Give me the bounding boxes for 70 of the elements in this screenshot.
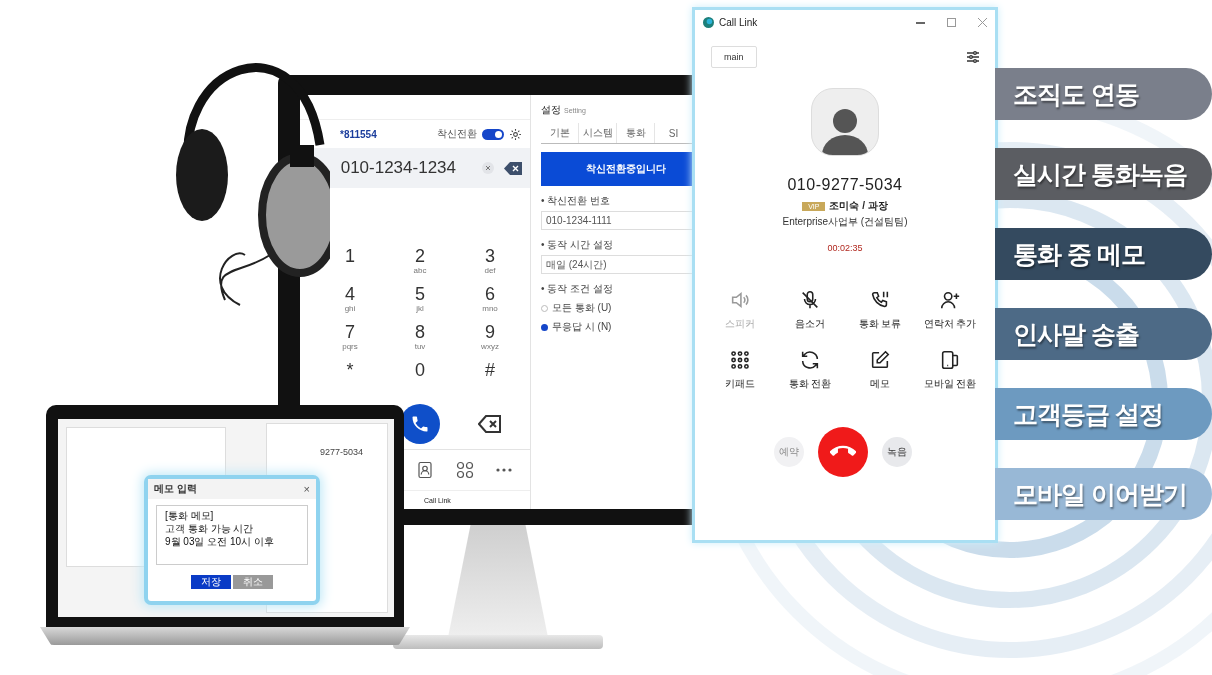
contacts-icon[interactable] xyxy=(416,461,434,479)
speaker-icon xyxy=(729,289,751,311)
call-action-button[interactable]: 모바일 전환 xyxy=(915,349,985,391)
backspace-icon[interactable] xyxy=(478,415,502,433)
keypad-key[interactable]: 7 pqrs xyxy=(333,322,367,354)
forward-toggle[interactable] xyxy=(482,128,504,140)
record-button[interactable]: 녹음 xyxy=(882,437,912,467)
call-action-button[interactable]: 통화 전환 xyxy=(775,349,845,391)
keypad-key[interactable]: 4 ghi xyxy=(333,284,367,316)
keypad-icon xyxy=(729,349,751,371)
keypad-key[interactable]: * xyxy=(333,360,367,392)
feature-label: 인사말 송출 xyxy=(995,308,1212,360)
keypad-key[interactable]: 2 abc xyxy=(403,246,437,278)
backspace-icon[interactable] xyxy=(504,161,522,175)
feature-label: 실시간 통화녹음 xyxy=(995,148,1212,200)
add-contact-icon xyxy=(939,289,961,311)
feature-label: 모바일 이어받기 xyxy=(995,468,1212,520)
toggle-label: 착신전환 xyxy=(437,127,477,141)
caller-number: 010-9277-5034 xyxy=(787,176,903,194)
call-action-button[interactable]: 연락처 추가 xyxy=(915,289,985,331)
feature-label: 고객등급 설정 xyxy=(995,388,1212,440)
apps-icon[interactable] xyxy=(456,461,474,479)
call-action-button[interactable]: 통화 보류 xyxy=(845,289,915,331)
phone-icon xyxy=(410,414,430,434)
maximize-icon[interactable] xyxy=(947,17,956,27)
more-icon[interactable] xyxy=(496,467,512,473)
keypad-key[interactable]: 0 xyxy=(403,360,437,392)
keypad-key[interactable]: 5 jkl xyxy=(403,284,437,316)
close-button[interactable]: × xyxy=(303,483,310,495)
call-action-button[interactable]: 음소거 xyxy=(775,289,845,331)
call-action-button[interactable]: 키패드 xyxy=(705,349,775,391)
field-label: • 착신전환 번호 xyxy=(541,194,612,208)
keypad-key[interactable]: 6 mno xyxy=(473,284,507,316)
mobile-icon xyxy=(939,349,961,371)
dialed-number: 010-1234-1234 xyxy=(340,158,456,178)
radio-option[interactable]: 무응답 시 (N) xyxy=(541,320,612,334)
keypad-key[interactable]: # xyxy=(473,360,507,392)
keypad-key[interactable]: 3 def xyxy=(473,246,507,278)
settings-icon[interactable] xyxy=(509,127,522,141)
clear-icon[interactable] xyxy=(482,162,494,174)
feature-label: 통화 중 메모 xyxy=(995,228,1212,280)
memo-icon xyxy=(869,349,891,371)
transfer-icon xyxy=(799,349,821,371)
caller-name: 조미숙 / 과장 xyxy=(829,199,888,213)
line-button[interactable]: main xyxy=(711,46,757,68)
window-title: Call Link xyxy=(719,16,759,28)
feature-label: 조직도 연동 xyxy=(995,68,1212,120)
app-logo-icon xyxy=(703,16,714,28)
field-label: • 동작 조건 설정 xyxy=(541,282,614,296)
dialog-title: 메모 입력 xyxy=(154,482,197,496)
field-label: • 동작 시간 설정 xyxy=(541,238,614,252)
hang-up-button[interactable] xyxy=(818,427,868,477)
settings-tab[interactable]: 시스템 xyxy=(579,123,617,143)
extension-number: *811554 xyxy=(340,128,377,140)
close-icon[interactable] xyxy=(978,17,987,27)
settings-tab[interactable]: 기본 xyxy=(541,123,579,143)
caller-department: Enterprise사업부 (건설팀팀) xyxy=(782,215,908,229)
keypad-key[interactable]: 9 wxyz xyxy=(473,322,507,354)
radio-button[interactable] xyxy=(541,323,548,331)
phone-number: 9277-5034 xyxy=(320,447,364,457)
settings-icon[interactable] xyxy=(965,49,981,65)
keypad-key[interactable]: 8 tuv xyxy=(403,322,437,354)
call-action-button[interactable]: 메모 xyxy=(845,349,915,391)
mute-icon xyxy=(799,289,821,311)
save-button[interactable]: 저장 xyxy=(191,575,231,589)
memo-textarea[interactable]: [통화 메모] 고객 통화 가능 시간 9월 03일 오전 10시 이후 xyxy=(156,505,308,565)
settings-tab[interactable]: 통화 xyxy=(617,123,655,143)
radio-option[interactable]: 모든 통화 (U) xyxy=(541,301,612,315)
keypad-key[interactable]: 1 xyxy=(333,246,367,278)
call-duration: 00:02:35 xyxy=(827,243,863,253)
